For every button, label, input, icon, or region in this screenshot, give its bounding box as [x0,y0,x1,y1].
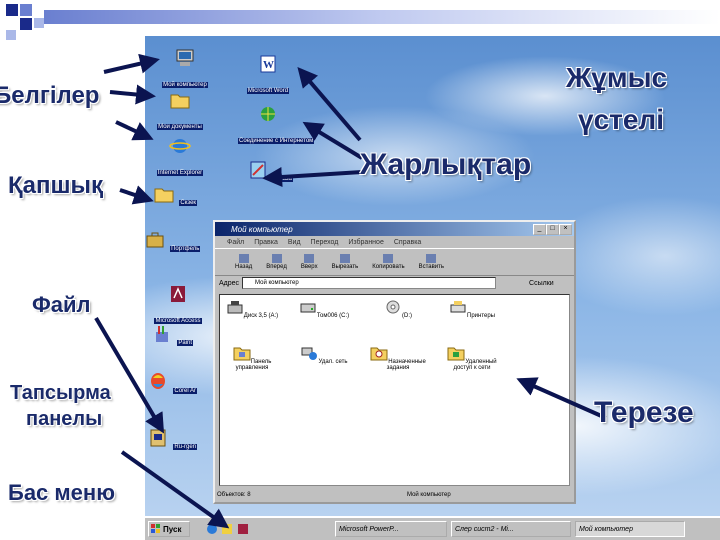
annotation-desktop-1: Жұмыс [566,62,668,93]
annotation-taskbar-2: панелы [26,408,103,430]
annotation-taskbar-1: Тапсырма [10,382,111,404]
annotation-folder: Қапшық [8,172,104,199]
annotation-desktop-2: үстелі [578,104,664,135]
annotation-window: Терезе [594,396,694,429]
annotation-icons: Белгілер [0,82,100,109]
annotation-shortcuts: Жарлықтар [360,148,532,181]
annotation-file: Файл [32,292,91,317]
annotation-start-menu: Бас меню [8,480,115,505]
